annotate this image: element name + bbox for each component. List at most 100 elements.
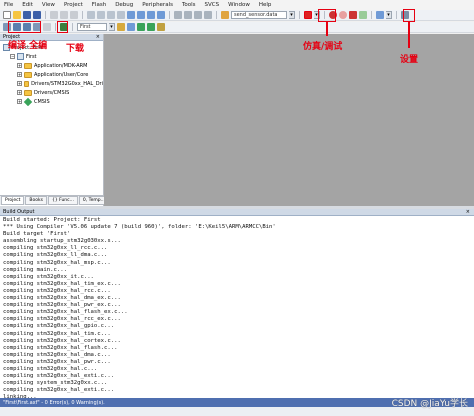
menu-item-debug[interactable]: Debug <box>115 2 133 8</box>
pack-installer-icon[interactable] <box>157 23 165 31</box>
menu-item-file[interactable]: File <box>4 2 13 8</box>
output-line: compiling stm32g0xx_hal_exti.c... <box>3 373 115 380</box>
bookmark-prev-icon[interactable] <box>137 11 145 19</box>
output-line: *** Using Compiler 'V5.06 update 7 (buil… <box>3 224 276 231</box>
toolbar-separator <box>82 11 83 19</box>
redo-icon[interactable] <box>97 11 105 19</box>
panel-tab[interactable]: {} Func... <box>47 196 78 205</box>
target-options-icon[interactable] <box>117 23 125 31</box>
output-line: compiling system_stm32g0xx.c... <box>3 380 108 387</box>
panel-tab[interactable]: Project <box>1 196 25 205</box>
output-line: compiling stm32g0xx_ll_rcc.c... <box>3 245 108 252</box>
output-line: compiling stm32g0xx_hal_pwr.c... <box>3 358 111 365</box>
close-icon[interactable]: × <box>96 34 100 40</box>
panel-tab[interactable]: Books <box>25 196 47 205</box>
tree-item[interactable]: + Application/User/Core <box>3 70 103 79</box>
output-line: compiling stm32g0xx_it.c... <box>3 273 94 280</box>
build-toolbar: First ▾ <box>0 22 474 33</box>
output-line: compiling stm32g0xx_hal_msp.c... <box>3 259 111 266</box>
output-line: Build target 'First' <box>3 231 71 238</box>
project-panel-tabs: Project Books{} Func... 0, Temp... <box>0 195 109 205</box>
folder-icon <box>24 80 30 87</box>
undo-icon[interactable] <box>87 11 95 19</box>
find-combo[interactable]: send_sensor.data <box>231 11 287 19</box>
nav-forward-icon[interactable] <box>117 11 125 19</box>
expand-icon[interactable]: + <box>17 99 22 104</box>
toolbar-separator <box>396 11 397 19</box>
expand-icon[interactable]: + <box>17 72 22 77</box>
bottom-tab[interactable]: "First\First.axf" - 0 Error(s), 0 Warnin… <box>3 400 105 406</box>
menu-item-project[interactable]: Project <box>64 2 83 8</box>
folder-icon <box>24 89 32 96</box>
clear-icon[interactable] <box>359 11 367 19</box>
menu-item-help[interactable]: Help <box>259 2 272 8</box>
expand-icon[interactable]: − <box>10 54 15 59</box>
unindent-icon[interactable] <box>184 11 192 19</box>
output-line: compiling stm32g0xx_hal_rcc.c... <box>3 287 111 294</box>
manage-project-items-icon[interactable] <box>137 23 145 31</box>
cut-icon[interactable] <box>50 11 58 19</box>
debug-button-highlight <box>318 9 336 22</box>
output-line: compiling main.c... <box>3 266 67 273</box>
bookmark-next-icon[interactable] <box>147 11 155 19</box>
uncomment-icon[interactable] <box>204 11 212 19</box>
bookmark-icon[interactable] <box>127 11 135 19</box>
menu-item-edit[interactable]: Edit <box>22 2 33 8</box>
tree-item[interactable]: − First <box>3 52 103 61</box>
menu-item-view[interactable]: View <box>42 2 55 8</box>
save-icon[interactable] <box>23 11 31 19</box>
disable-breakpoint-icon[interactable] <box>339 11 347 19</box>
new-file-icon[interactable] <box>3 11 11 19</box>
toolbar-separator <box>299 11 300 19</box>
tree-item-label: First <box>26 53 37 60</box>
tree-item[interactable]: + Drivers/STM32G0xx_HAL_Dri <box>3 79 103 88</box>
bookmark-clear-icon[interactable] <box>157 11 165 19</box>
toolbar-separator <box>216 11 217 19</box>
tree-item[interactable]: + Application/MDK-ARM <box>3 61 103 70</box>
editor-area[interactable] <box>104 34 474 206</box>
tree-item[interactable]: + Drivers/CMSIS <box>3 88 103 97</box>
toolbar-separator <box>169 11 170 19</box>
tree-item-label: CMSIS <box>34 98 50 105</box>
settings-annotation: 设置 <box>400 55 419 65</box>
menu-item-tools[interactable]: Tools <box>182 2 196 8</box>
expand-icon[interactable]: + <box>17 90 22 95</box>
toolbar-separator <box>72 23 73 31</box>
tree-item-label: Drivers/CMSIS <box>34 89 70 96</box>
window-layout-icon[interactable] <box>376 11 384 19</box>
project-panel: Project × Project: First − First + Applicati… <box>0 34 104 206</box>
layout-dropdown-icon[interactable]: ▾ <box>386 11 392 19</box>
start-debug-icon[interactable] <box>304 11 312 19</box>
file-extensions-icon[interactable] <box>127 23 135 31</box>
nav-back-icon[interactable] <box>107 11 115 19</box>
copy-icon[interactable] <box>60 11 68 19</box>
output-line: compiling stm32g0xx_hal_rcc_ex.c... <box>3 316 121 323</box>
paste-icon[interactable] <box>70 11 78 19</box>
run-time-env-icon[interactable] <box>147 23 155 31</box>
kill-breakpoints-icon[interactable] <box>349 11 357 19</box>
target-icon <box>17 53 24 60</box>
target-select[interactable]: First <box>77 23 107 31</box>
chevron-down-icon[interactable]: ▾ <box>109 23 115 31</box>
expand-icon[interactable]: + <box>17 63 22 68</box>
tree-item[interactable]: + CMSIS <box>3 97 103 106</box>
output-line: compiling stm32g0xx_hal_tim_ex.c... <box>3 280 121 287</box>
open-file-icon[interactable] <box>13 11 21 19</box>
menu-item-flash[interactable]: Flash <box>92 2 106 8</box>
comment-icon[interactable] <box>194 11 202 19</box>
close-icon[interactable]: × <box>466 209 470 215</box>
menu-item-window[interactable]: Window <box>228 2 250 8</box>
output-line: compiling stm32g0xx_hal_cortex.c... <box>3 337 121 344</box>
save-all-icon[interactable] <box>33 11 41 19</box>
menu-item-peripherals[interactable]: Peripherals <box>142 2 173 8</box>
menu-item-svcs[interactable]: SVCS <box>205 2 220 8</box>
stop-build-icon[interactable] <box>43 23 51 31</box>
find-in-files-icon[interactable] <box>221 11 229 19</box>
chevron-down-icon[interactable]: ▾ <box>289 11 295 19</box>
expand-icon[interactable]: + <box>17 81 22 86</box>
output-line: compiling stm32g0xx_ll_dma.c... <box>3 252 108 259</box>
build-output-header: Build Output × <box>0 209 474 216</box>
toolbar-separator <box>371 11 372 19</box>
indent-icon[interactable] <box>174 11 182 19</box>
settings-arrow <box>408 22 410 48</box>
